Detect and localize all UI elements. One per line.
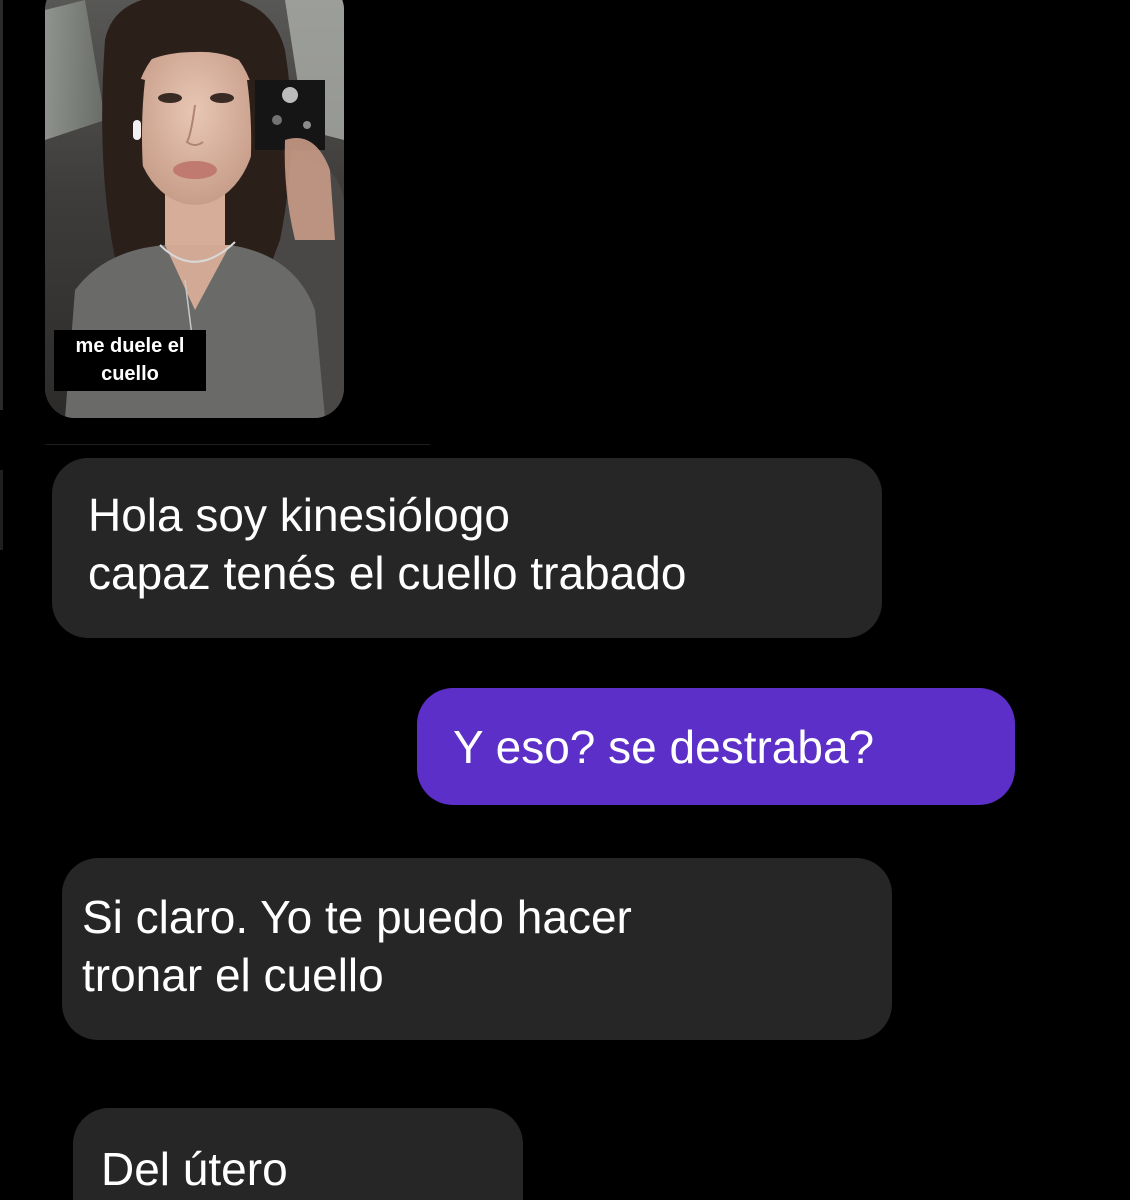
- story-reply-thumbnail[interactable]: me duele el cuello: [45, 0, 344, 418]
- message-text: capaz tenés el cuello trabado: [88, 547, 687, 599]
- thread-line: [0, 470, 3, 550]
- message-text: Hola soy kinesiólogo: [88, 489, 510, 541]
- story-caption: me duele el cuello: [54, 330, 206, 391]
- message-bubble-received[interactable]: Del útero: [73, 1108, 523, 1200]
- message-text: tronar el cuello: [82, 949, 384, 1001]
- chat-screen: me duele el cuello Hola soy kinesiólogo …: [0, 0, 1130, 1200]
- message-bubble-received[interactable]: Hola soy kinesiólogo capaz tenés el cuel…: [52, 458, 882, 638]
- message-bubble-sent[interactable]: Y eso? se destraba?: [417, 688, 1015, 805]
- thread-line: [0, 0, 3, 410]
- message-bubble-received[interactable]: Si claro. Yo te puedo hacer tronar el cu…: [62, 858, 892, 1040]
- message-text: Si claro. Yo te puedo hacer: [82, 891, 632, 943]
- message-text: Del útero: [101, 1143, 288, 1195]
- divider: [45, 444, 430, 445]
- message-text: Y eso? se destraba?: [453, 721, 875, 773]
